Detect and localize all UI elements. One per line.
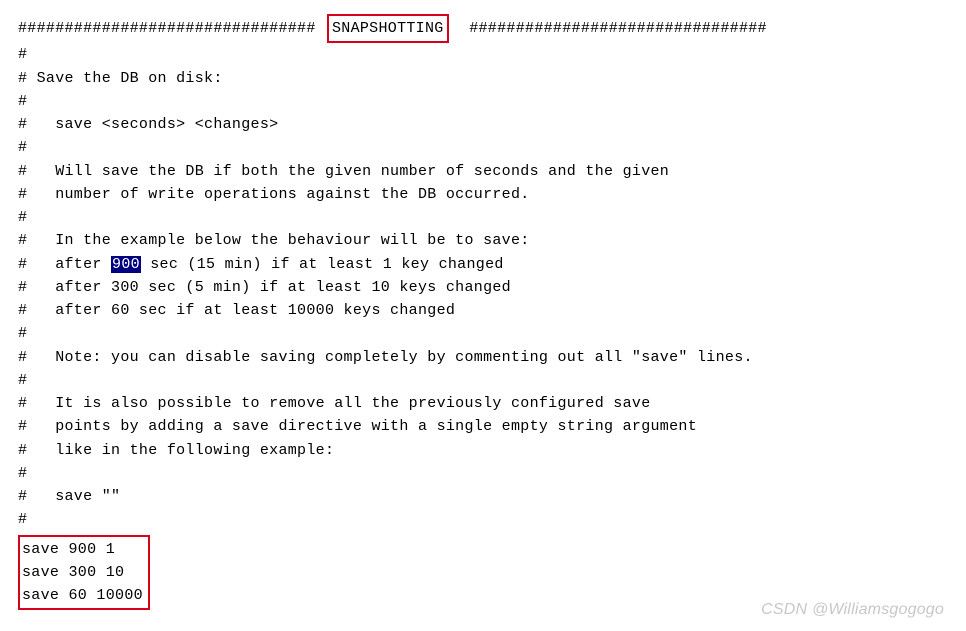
comment-line: #	[18, 369, 948, 392]
comment-line: #	[18, 206, 948, 229]
comment-line: # Save the DB on disk:	[18, 67, 948, 90]
save-directive: save 60 10000	[22, 584, 143, 607]
comment-line: # number of write operations against the…	[18, 183, 948, 206]
save-directive: save 900 1	[22, 538, 143, 561]
comment-line: #	[18, 136, 948, 159]
comment-line: # save ""	[18, 485, 948, 508]
hashes-left: ################################	[18, 20, 316, 37]
comment-line: # like in the following example:	[18, 439, 948, 462]
comment-line: # In the example below the behaviour wil…	[18, 229, 948, 252]
comment-line: #	[18, 90, 948, 113]
save-directives-highlight-box: save 900 1 save 300 10 save 60 10000	[18, 535, 150, 611]
comment-line: # Will save the DB if both the given num…	[18, 160, 948, 183]
text-after-selection: sec (15 min) if at least 1 key changed	[141, 256, 504, 273]
comment-line: #	[18, 508, 948, 531]
comment-line: # It is also possible to remove all the …	[18, 392, 948, 415]
comment-line: # points by adding a save directive with…	[18, 415, 948, 438]
selected-text[interactable]: 900	[111, 256, 141, 273]
comment-line: # after 60 sec if at least 10000 keys ch…	[18, 299, 948, 322]
section-title: SNAPSHOTTING	[332, 20, 444, 37]
comment-line: # Note: you can disable saving completel…	[18, 346, 948, 369]
comment-line: #	[18, 43, 948, 66]
comment-line: #	[18, 462, 948, 485]
text-before-selection: # after	[18, 256, 111, 273]
watermark: CSDN @Williamsgogogo	[761, 601, 944, 619]
comment-line: #	[18, 322, 948, 345]
title-highlight-box: SNAPSHOTTING	[327, 14, 449, 43]
comment-line-with-selection: # after 900 sec (15 min) if at least 1 k…	[18, 253, 948, 276]
comment-line: # after 300 sec (5 min) if at least 10 k…	[18, 276, 948, 299]
hashes-right: ################################	[469, 20, 767, 37]
header-line: ################################ SNAPSHO…	[18, 14, 948, 43]
save-directive: save 300 10	[22, 561, 143, 584]
comment-line: # save <seconds> <changes>	[18, 113, 948, 136]
